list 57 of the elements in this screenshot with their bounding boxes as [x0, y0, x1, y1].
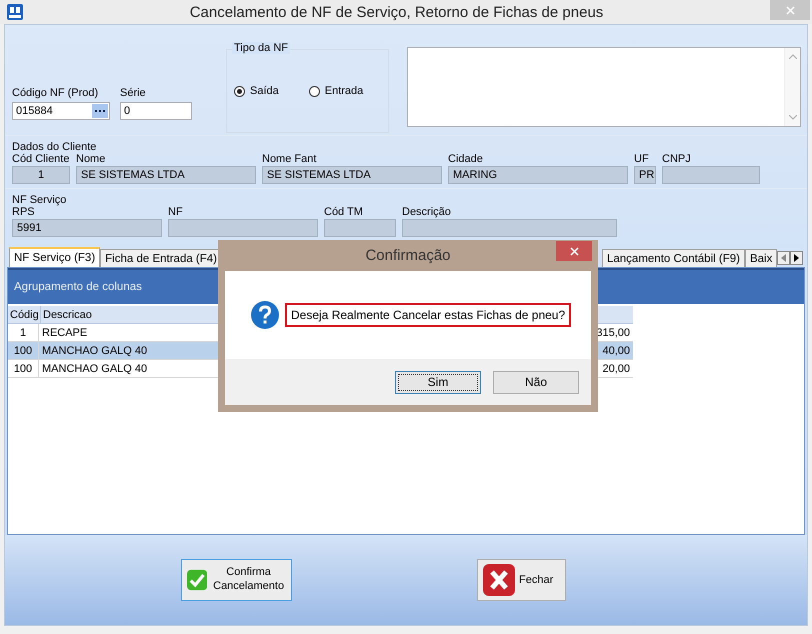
ellipsis-icon — [94, 110, 106, 112]
radio-option[interactable]: Entrada — [308, 85, 364, 97]
column-header[interactable]: Códig — [8, 306, 41, 323]
readonly-field: MARING — [448, 166, 628, 184]
field-label: UF — [634, 153, 650, 165]
table-cell: 1 — [8, 324, 39, 341]
close-button[interactable] — [556, 241, 592, 261]
table-cell: 100 — [8, 342, 39, 359]
field-label: Cidade — [448, 153, 484, 165]
field-label: Cód TM — [324, 206, 364, 218]
dialog-title: Confirmação — [365, 247, 451, 264]
window-title: Cancelamento de NF de Serviço, Retorno de Fichas de pneus — [188, 4, 604, 20]
readonly-field: 1 — [12, 166, 70, 184]
tab[interactable]: NF Serviço (F3) — [9, 247, 100, 267]
dialog-message: Deseja Realmente Cancelar estas Fichas de pneu? — [285, 303, 572, 327]
readonly-field: PR — [634, 166, 656, 184]
section-heading: Dados do Cliente — [12, 141, 98, 153]
section-heading: NF Serviço — [12, 194, 68, 206]
group-label: Tipo da NF — [232, 42, 290, 54]
table-cell: 100 — [8, 360, 39, 377]
close-form-button[interactable]: Fechar — [477, 559, 566, 601]
field-label: Série — [120, 87, 147, 99]
dialog-button[interactable]: Sim — [395, 370, 481, 394]
right-arrow-icon — [794, 254, 800, 262]
field-label: Nome — [76, 153, 106, 165]
lookup-button[interactable] — [92, 104, 108, 118]
scroll-right-button[interactable] — [790, 251, 803, 265]
readonly-field: SE SISTEMAS LTDA — [262, 166, 442, 184]
tab[interactable]: Lançamento Contábil (F9) — [602, 249, 745, 267]
dialog-button[interactable]: Não — [493, 370, 579, 394]
readonly-field — [324, 219, 396, 237]
left-arrow-icon — [781, 254, 786, 262]
table-cell-text: 40,00 — [601, 344, 631, 358]
app-logo-icon — [7, 4, 23, 20]
tab[interactable]: Baix — [744, 249, 778, 267]
close-icon — [786, 6, 794, 14]
code-field[interactable]: 015884 — [12, 102, 110, 120]
confirm-button[interactable]: Confirma Cancelamento — [181, 559, 292, 601]
field-label: Código NF (Prod) — [12, 87, 100, 99]
radio-option[interactable]: Saída — [234, 85, 279, 97]
field-label: CNPJ — [662, 153, 692, 165]
field-label: Cód Cliente — [12, 153, 70, 165]
field-label: RPS — [12, 206, 36, 218]
field-label: NF — [168, 206, 184, 218]
table-cell-text: 315,00 — [595, 326, 631, 340]
readonly-field: 5991 — [12, 219, 162, 237]
field-label: Descrição — [402, 206, 452, 218]
table-cell-text: 20,00 — [601, 362, 631, 376]
series-field[interactable]: 0 — [120, 102, 192, 120]
close-icon — [570, 246, 578, 256]
field-label: Nome Fant — [262, 153, 318, 165]
question-icon — [251, 301, 279, 329]
scrollbar[interactable] — [784, 48, 800, 126]
notes-area[interactable] — [407, 47, 801, 127]
x-icon — [483, 564, 515, 596]
readonly-field: SE SISTEMAS LTDA — [76, 166, 256, 184]
group-panel-text: Agrupamento de colunas — [14, 281, 142, 293]
